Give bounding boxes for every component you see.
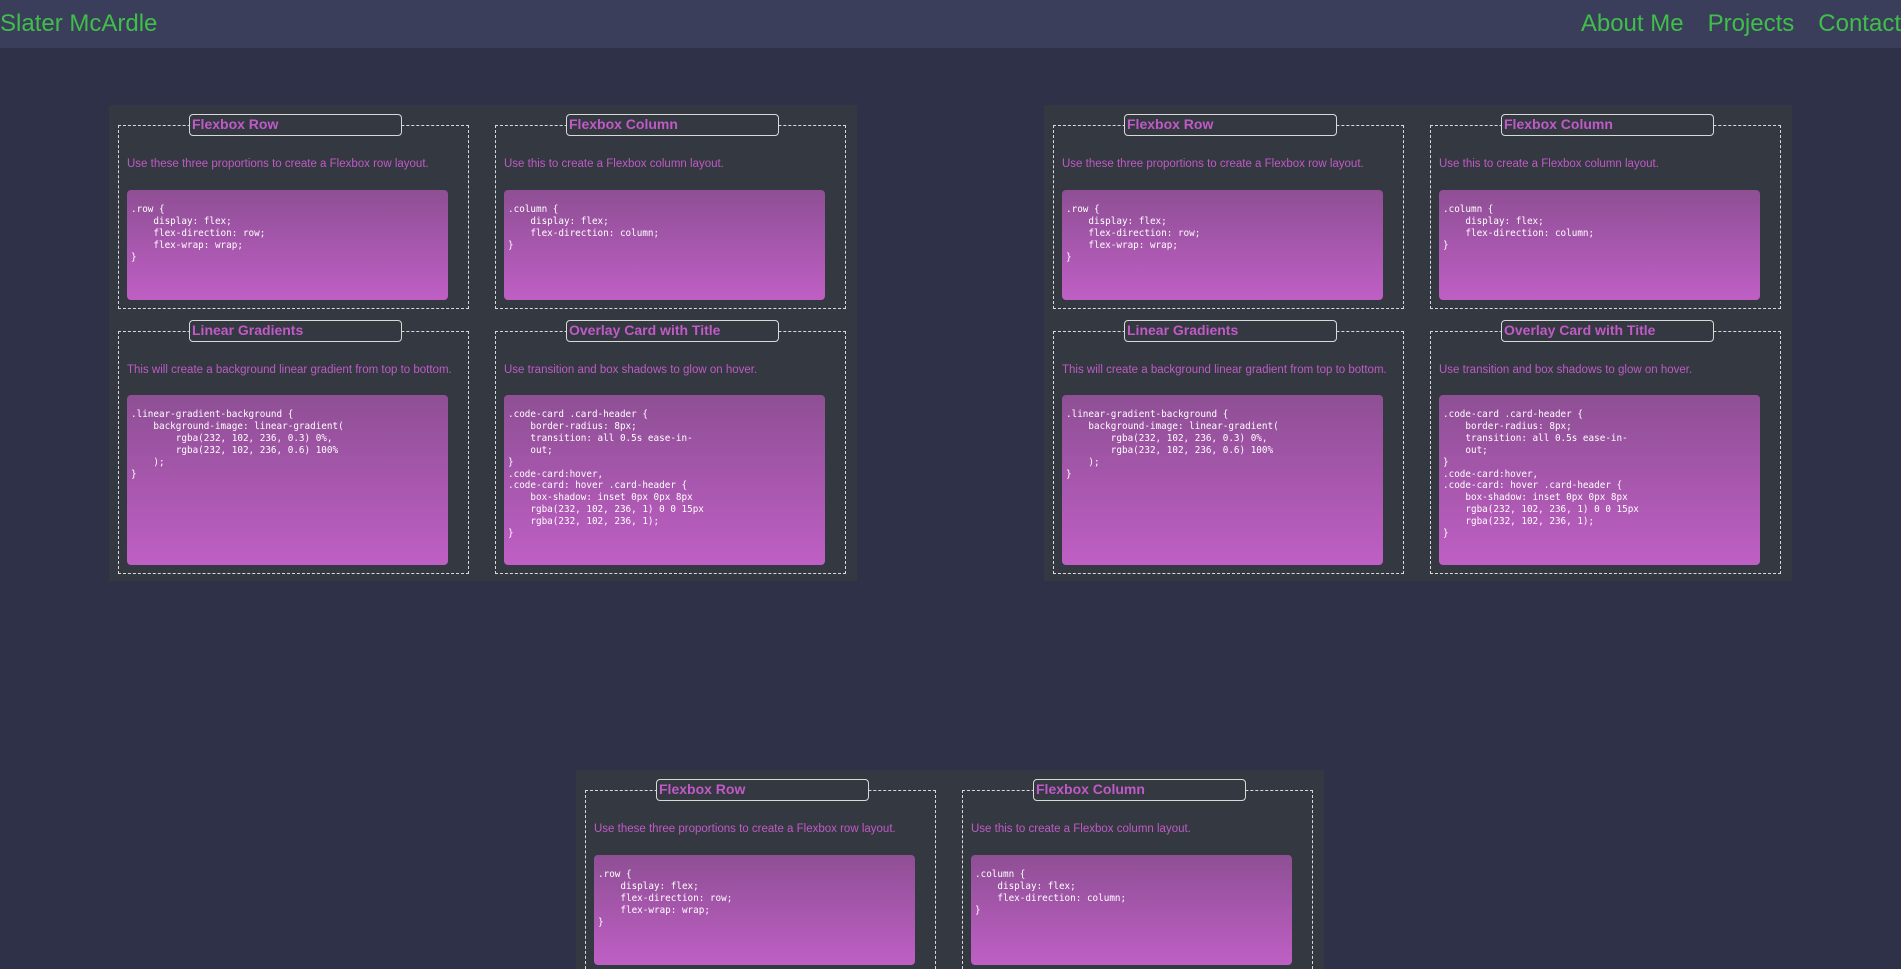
flexbox-row-card[interactable]: Flexbox Row Use these three proportions …: [585, 779, 936, 969]
top-navbar: Slater McArdle About Me Projects Contact: [0, 0, 1901, 48]
code-block: .row { display: flex; flex-direction: ro…: [1062, 190, 1383, 300]
code-block: .code-card .card-header { border-radius:…: [1439, 395, 1760, 565]
code-snippet-panel: Flexbox Row Use these three proportions …: [576, 770, 1324, 969]
nav-projects-link[interactable]: Projects: [1708, 10, 1795, 38]
card-description: Use this to create a Flexbox column layo…: [971, 823, 1191, 835]
code-block: .row { display: flex; flex-direction: ro…: [127, 190, 448, 300]
code-block: .column { display: flex; flex-direction:…: [1439, 190, 1760, 300]
card-description: This will create a background linear gra…: [127, 364, 452, 376]
card-description: Use this to create a Flexbox column layo…: [1439, 158, 1659, 170]
flexbox-row-card[interactable]: Flexbox Row Use these three proportions …: [1053, 114, 1404, 309]
code-block: .row { display: flex; flex-direction: ro…: [594, 855, 915, 965]
nav-links: About Me Projects Contact: [1557, 10, 1901, 38]
card-description: Use transition and box shadows to glow o…: [504, 364, 758, 376]
card-description: Use transition and box shadows to glow o…: [1439, 364, 1693, 376]
card-title: Flexbox Column: [566, 114, 779, 136]
code-snippet-panel: Flexbox Row Use these three proportions …: [1044, 105, 1792, 581]
flexbox-column-card[interactable]: Flexbox Column Use this to create a Flex…: [962, 779, 1313, 969]
card-title: Flexbox Column: [1501, 114, 1714, 136]
card-description: Use these three proportions to create a …: [127, 158, 429, 170]
code-text: .code-card .card-header { border-radius:…: [508, 409, 704, 540]
code-text: .row { display: flex; flex-direction: ro…: [598, 869, 733, 928]
flexbox-column-card[interactable]: Flexbox Column Use this to create a Flex…: [1430, 114, 1781, 309]
card-title: Flexbox Row: [656, 779, 869, 801]
code-text: .column { display: flex; flex-direction:…: [1443, 204, 1595, 251]
card-title: Overlay Card with Title: [566, 320, 779, 342]
card-description: Use this to create a Flexbox column layo…: [504, 158, 724, 170]
card-title: Flexbox Row: [189, 114, 402, 136]
card-title: Linear Gradients: [1124, 320, 1337, 342]
code-block: .code-card .card-header { border-radius:…: [504, 395, 825, 565]
code-block: .linear-gradient-background { background…: [127, 395, 448, 565]
flexbox-row-card[interactable]: Flexbox Row Use these three proportions …: [118, 114, 469, 309]
linear-gradients-card[interactable]: Linear Gradients This will create a back…: [118, 320, 469, 574]
code-text: .linear-gradient-background { background…: [131, 409, 344, 480]
code-text: .row { display: flex; flex-direction: ro…: [1066, 204, 1201, 263]
card-description: Use these three proportions to create a …: [594, 823, 896, 835]
card-title: Flexbox Column: [1033, 779, 1246, 801]
overlay-card-with-title-card[interactable]: Overlay Card with Title Use transition a…: [495, 320, 846, 574]
linear-gradients-card[interactable]: Linear Gradients This will create a back…: [1053, 320, 1404, 574]
flexbox-column-card[interactable]: Flexbox Column Use this to create a Flex…: [495, 114, 846, 309]
card-title: Linear Gradients: [189, 320, 402, 342]
card-title: Flexbox Row: [1124, 114, 1337, 136]
code-block: .column { display: flex; flex-direction:…: [504, 190, 825, 300]
overlay-card-with-title-card[interactable]: Overlay Card with Title Use transition a…: [1430, 320, 1781, 574]
nav-contact-link[interactable]: Contact: [1818, 10, 1901, 38]
code-text: .column { display: flex; flex-direction:…: [975, 869, 1127, 916]
code-text: .code-card .card-header { border-radius:…: [1443, 409, 1639, 540]
code-text: .linear-gradient-background { background…: [1066, 409, 1279, 480]
nav-about-me-link[interactable]: About Me: [1581, 10, 1684, 38]
card-description: This will create a background linear gra…: [1062, 364, 1387, 376]
brand-link[interactable]: Slater McArdle: [0, 10, 157, 38]
card-description: Use these three proportions to create a …: [1062, 158, 1364, 170]
code-block: .linear-gradient-background { background…: [1062, 395, 1383, 565]
code-block: .column { display: flex; flex-direction:…: [971, 855, 1292, 965]
code-snippet-panel: Flexbox Row Use these three proportions …: [109, 105, 857, 581]
card-title: Overlay Card with Title: [1501, 320, 1714, 342]
code-text: .row { display: flex; flex-direction: ro…: [131, 204, 266, 263]
code-text: .column { display: flex; flex-direction:…: [508, 204, 660, 251]
